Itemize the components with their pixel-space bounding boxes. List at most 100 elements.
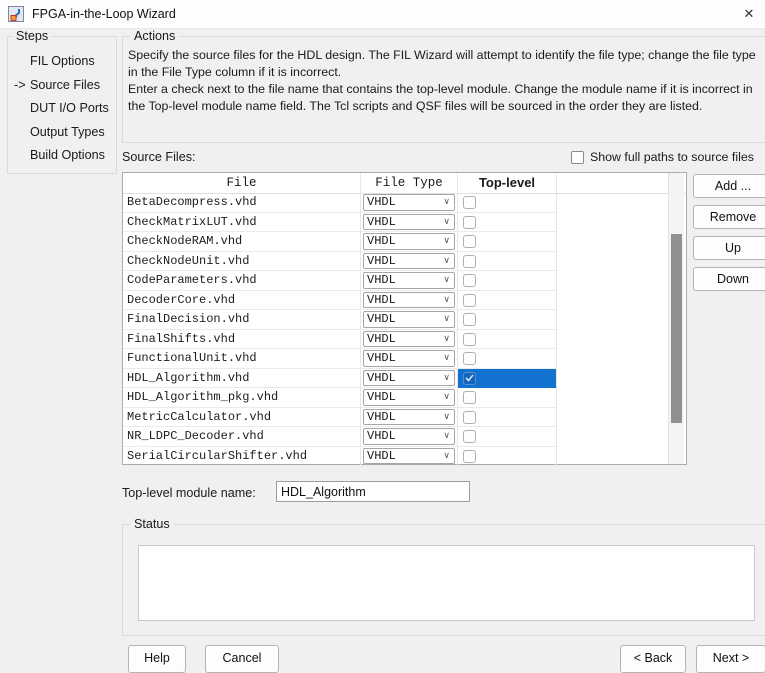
table-row: CheckNodeRAM.vhdVHDL∨ [123,232,686,252]
top-level-cell[interactable] [458,408,557,428]
source-files-table: File File Type Top-level BetaDecompress.… [122,172,687,465]
top-level-cell[interactable] [458,330,557,350]
status-panel-title: Status [130,517,174,531]
close-icon[interactable]: ✕ [739,4,759,24]
file-type-dropdown[interactable]: VHDL∨ [363,448,455,465]
table-row: FinalDecision.vhdVHDL∨ [123,310,686,330]
file-type-value: VHDL [367,429,396,443]
source-files-label: Source Files: [122,150,196,164]
file-type-value: VHDL [367,449,396,463]
table-vertical-scrollbar[interactable] [668,173,684,464]
file-name-cell[interactable]: MetricCalculator.vhd [123,408,361,428]
top-level-checkbox[interactable] [463,411,476,424]
top-level-checkbox[interactable] [463,450,476,463]
file-name-cell[interactable]: SerialCircularShifter.vhd [123,447,361,467]
down-button[interactable]: Down [693,267,765,291]
top-level-cell[interactable] [458,349,557,369]
file-type-dropdown[interactable]: VHDL∨ [363,350,455,367]
file-name-cell[interactable]: CheckNodeRAM.vhd [123,232,361,252]
top-level-checkbox[interactable] [463,255,476,268]
file-type-dropdown[interactable]: VHDL∨ [363,409,455,426]
top-level-cell[interactable] [458,193,557,213]
top-level-cell[interactable] [458,388,557,408]
file-name-cell[interactable]: HDL_Algorithm.vhd [123,369,361,389]
up-button[interactable]: Up [693,236,765,260]
top-level-checkbox[interactable] [463,274,476,287]
file-type-cell: VHDL∨ [361,252,458,272]
file-type-cell: VHDL ∨ [361,271,458,291]
status-message-area [138,545,755,621]
add-button[interactable]: Add ... [693,174,765,198]
top-level-checkbox[interactable] [463,333,476,346]
top-level-checkbox[interactable] [463,391,476,404]
top-level-checkbox[interactable] [463,313,476,326]
top-level-checkbox[interactable] [463,352,476,365]
title-bar: FPGA-in-the-Loop Wizard ✕ [0,0,765,29]
table-row: FunctionalUnit.vhdVHDL∨ [123,349,686,369]
top-level-cell[interactable] [458,310,557,330]
file-type-dropdown[interactable]: VHDL ∨ [363,389,455,406]
file-type-dropdown[interactable]: VHDL∨ [363,428,455,445]
table-row: CheckMatrixLUT.vhdVHDL∨ [123,213,686,233]
file-type-cell: VHDL∨ [361,193,458,213]
top-level-cell[interactable] [458,252,557,272]
chevron-down-icon: ∨ [443,273,450,288]
actions-panel-title: Actions [130,29,179,43]
top-level-checkbox[interactable] [463,216,476,229]
sidebar-item-label: FIL Options [30,50,95,74]
top-level-cell[interactable] [458,427,557,447]
file-type-dropdown[interactable]: VHDL∨ [363,292,455,309]
top-level-cell[interactable] [458,447,557,467]
show-full-paths-option[interactable]: Show full paths to source files [571,150,754,164]
file-type-cell: VHDL∨ [361,369,458,389]
file-type-dropdown[interactable]: VHDL ∨ [363,272,455,289]
chevron-down-icon: ∨ [443,390,450,405]
remove-button[interactable]: Remove [693,205,765,229]
file-name-cell[interactable]: FinalShifts.vhd [123,330,361,350]
top-level-cell[interactable] [458,271,557,291]
top-level-module-name-input[interactable] [276,481,470,502]
chevron-down-icon: ∨ [443,351,450,366]
file-type-value: VHDL [367,273,396,287]
file-name-cell[interactable]: NR_LDPC_Decoder.vhd [123,427,361,447]
table-row: NR_LDPC_Decoder.vhdVHDL∨ [123,427,686,447]
top-level-cell[interactable] [458,291,557,311]
file-type-dropdown[interactable]: VHDL∨ [363,214,455,231]
top-level-checkbox[interactable] [463,196,476,209]
file-name-cell[interactable]: DecoderCore.vhd [123,291,361,311]
file-type-dropdown[interactable]: VHDL∨ [363,311,455,328]
file-type-value: VHDL [367,390,396,404]
file-type-dropdown[interactable]: VHDL∨ [363,253,455,270]
sidebar-item-build-options: Build Options [14,144,114,168]
top-level-checkbox[interactable] [463,372,476,385]
file-name-cell[interactable]: FinalDecision.vhd [123,310,361,330]
file-name-cell[interactable]: CheckMatrixLUT.vhd [123,213,361,233]
file-name-cell[interactable]: BetaDecompress.vhd [123,193,361,213]
top-level-checkbox[interactable] [463,430,476,443]
active-step-marker [14,121,30,145]
file-name-cell[interactable]: CodeParameters.vhd [123,271,361,291]
file-type-dropdown[interactable]: VHDL∨ [363,233,455,250]
top-level-checkbox[interactable] [463,235,476,248]
top-level-cell[interactable] [458,232,557,252]
file-type-dropdown[interactable]: VHDL∨ [363,370,455,387]
show-full-paths-label: Show full paths to source files [590,150,754,164]
file-type-dropdown[interactable]: VHDL∨ [363,331,455,348]
table-row: HDL_Algorithm.vhdVHDL∨ [123,369,686,389]
file-type-cell: VHDL∨ [361,310,458,330]
table-header: File File Type Top-level [123,173,686,194]
file-name-cell[interactable]: CheckNodeUnit.vhd [123,252,361,272]
table-row: MetricCalculator.vhdVHDL∨ [123,408,686,428]
actions-paragraph-1: Specify the source files for the HDL des… [128,47,765,81]
top-level-cell[interactable] [458,213,557,233]
file-name-cell[interactable]: FunctionalUnit.vhd [123,349,361,369]
sidebar-item-output-types: Output Types [14,121,114,145]
top-level-cell[interactable] [458,369,557,389]
show-full-paths-checkbox[interactable] [571,151,584,164]
scrollbar-thumb[interactable] [671,234,682,423]
file-type-cell: VHDL∨ [361,330,458,350]
top-level-checkbox[interactable] [463,294,476,307]
file-type-cell: VHDL∨ [361,213,458,233]
file-type-dropdown[interactable]: VHDL∨ [363,194,455,211]
file-name-cell[interactable]: HDL_Algorithm_pkg.vhd [123,388,361,408]
